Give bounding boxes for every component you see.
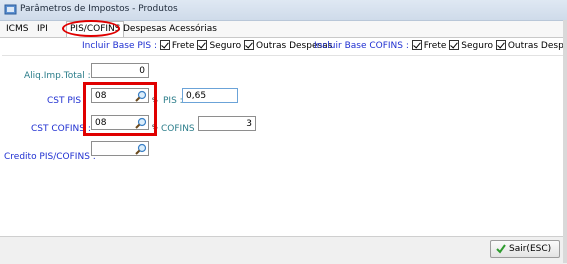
exit-button-label: Sair(ESC)	[509, 244, 552, 254]
pis-seguro-label: Seguro	[209, 41, 242, 51]
divider	[2, 55, 563, 56]
aliq-imp-total-field[interactable]: 0	[91, 63, 149, 78]
pis-label: PIS :	[163, 96, 183, 106]
cofins-label: COFINS :	[161, 124, 201, 134]
pis-frete-label: Frete	[171, 41, 195, 51]
cofins-seguro-checkbox[interactable]	[449, 40, 460, 50]
cofins-outras-despesas-checkbox[interactable]	[495, 40, 506, 50]
cofins-field[interactable]: 3	[198, 116, 256, 131]
tab-icms[interactable]: ICMS	[3, 23, 31, 36]
pis-frete-checkbox[interactable]	[159, 40, 170, 50]
window-border	[563, 20, 567, 263]
footer-bar	[0, 236, 567, 264]
exit-button[interactable]: Sair(ESC)	[490, 240, 560, 258]
tab-panel	[2, 38, 563, 236]
aliq-imp-total-label: Aliq.Imp.Total :	[24, 71, 91, 81]
pis-field[interactable]: 0,65	[182, 88, 238, 103]
incluir-base-pis-group: Incluir Base PIS : Frete Seguro Outras D…	[82, 40, 332, 53]
incluir-base-pis-label: Incluir Base PIS :	[82, 41, 158, 51]
app-icon	[4, 4, 17, 15]
title-bar: Parâmetros de Impostos - Produtos	[0, 0, 567, 21]
tab-ipi[interactable]: IPI	[34, 23, 51, 36]
cst-cofins-label: CST COFINS :	[31, 124, 91, 134]
incluir-base-cofins-label: Incluir Base COFINS :	[314, 41, 409, 51]
window: Parâmetros de Impostos - Produtos ICMS I…	[0, 0, 567, 264]
cofins-outras-despesas-label: Outras Despesas	[507, 41, 567, 51]
cofins-frete-label: Frete	[423, 41, 447, 51]
credito-pis-cofins-label: Credito PIS/COFINS :	[4, 152, 96, 162]
pis-seguro-checkbox[interactable]	[197, 40, 208, 50]
tab-highlight-annotation	[62, 20, 120, 37]
checkmark-icon	[496, 244, 506, 254]
tab-despesas-acessorias[interactable]: Despesas Acessórias	[120, 23, 220, 36]
incluir-base-cofins-group: Incluir Base COFINS : Frete Seguro Outra…	[314, 40, 567, 53]
pis-outras-despesas-checkbox[interactable]	[244, 40, 254, 50]
window-title: Parâmetros de Impostos - Produtos	[20, 4, 178, 14]
cst-highlight-annotation	[83, 82, 157, 136]
cofins-frete-checkbox[interactable]	[411, 40, 422, 50]
credito-pis-cofins-search-icon[interactable]	[135, 143, 147, 155]
cofins-seguro-label: Seguro	[461, 41, 493, 51]
cst-pis-label: CST PIS :	[47, 96, 88, 106]
